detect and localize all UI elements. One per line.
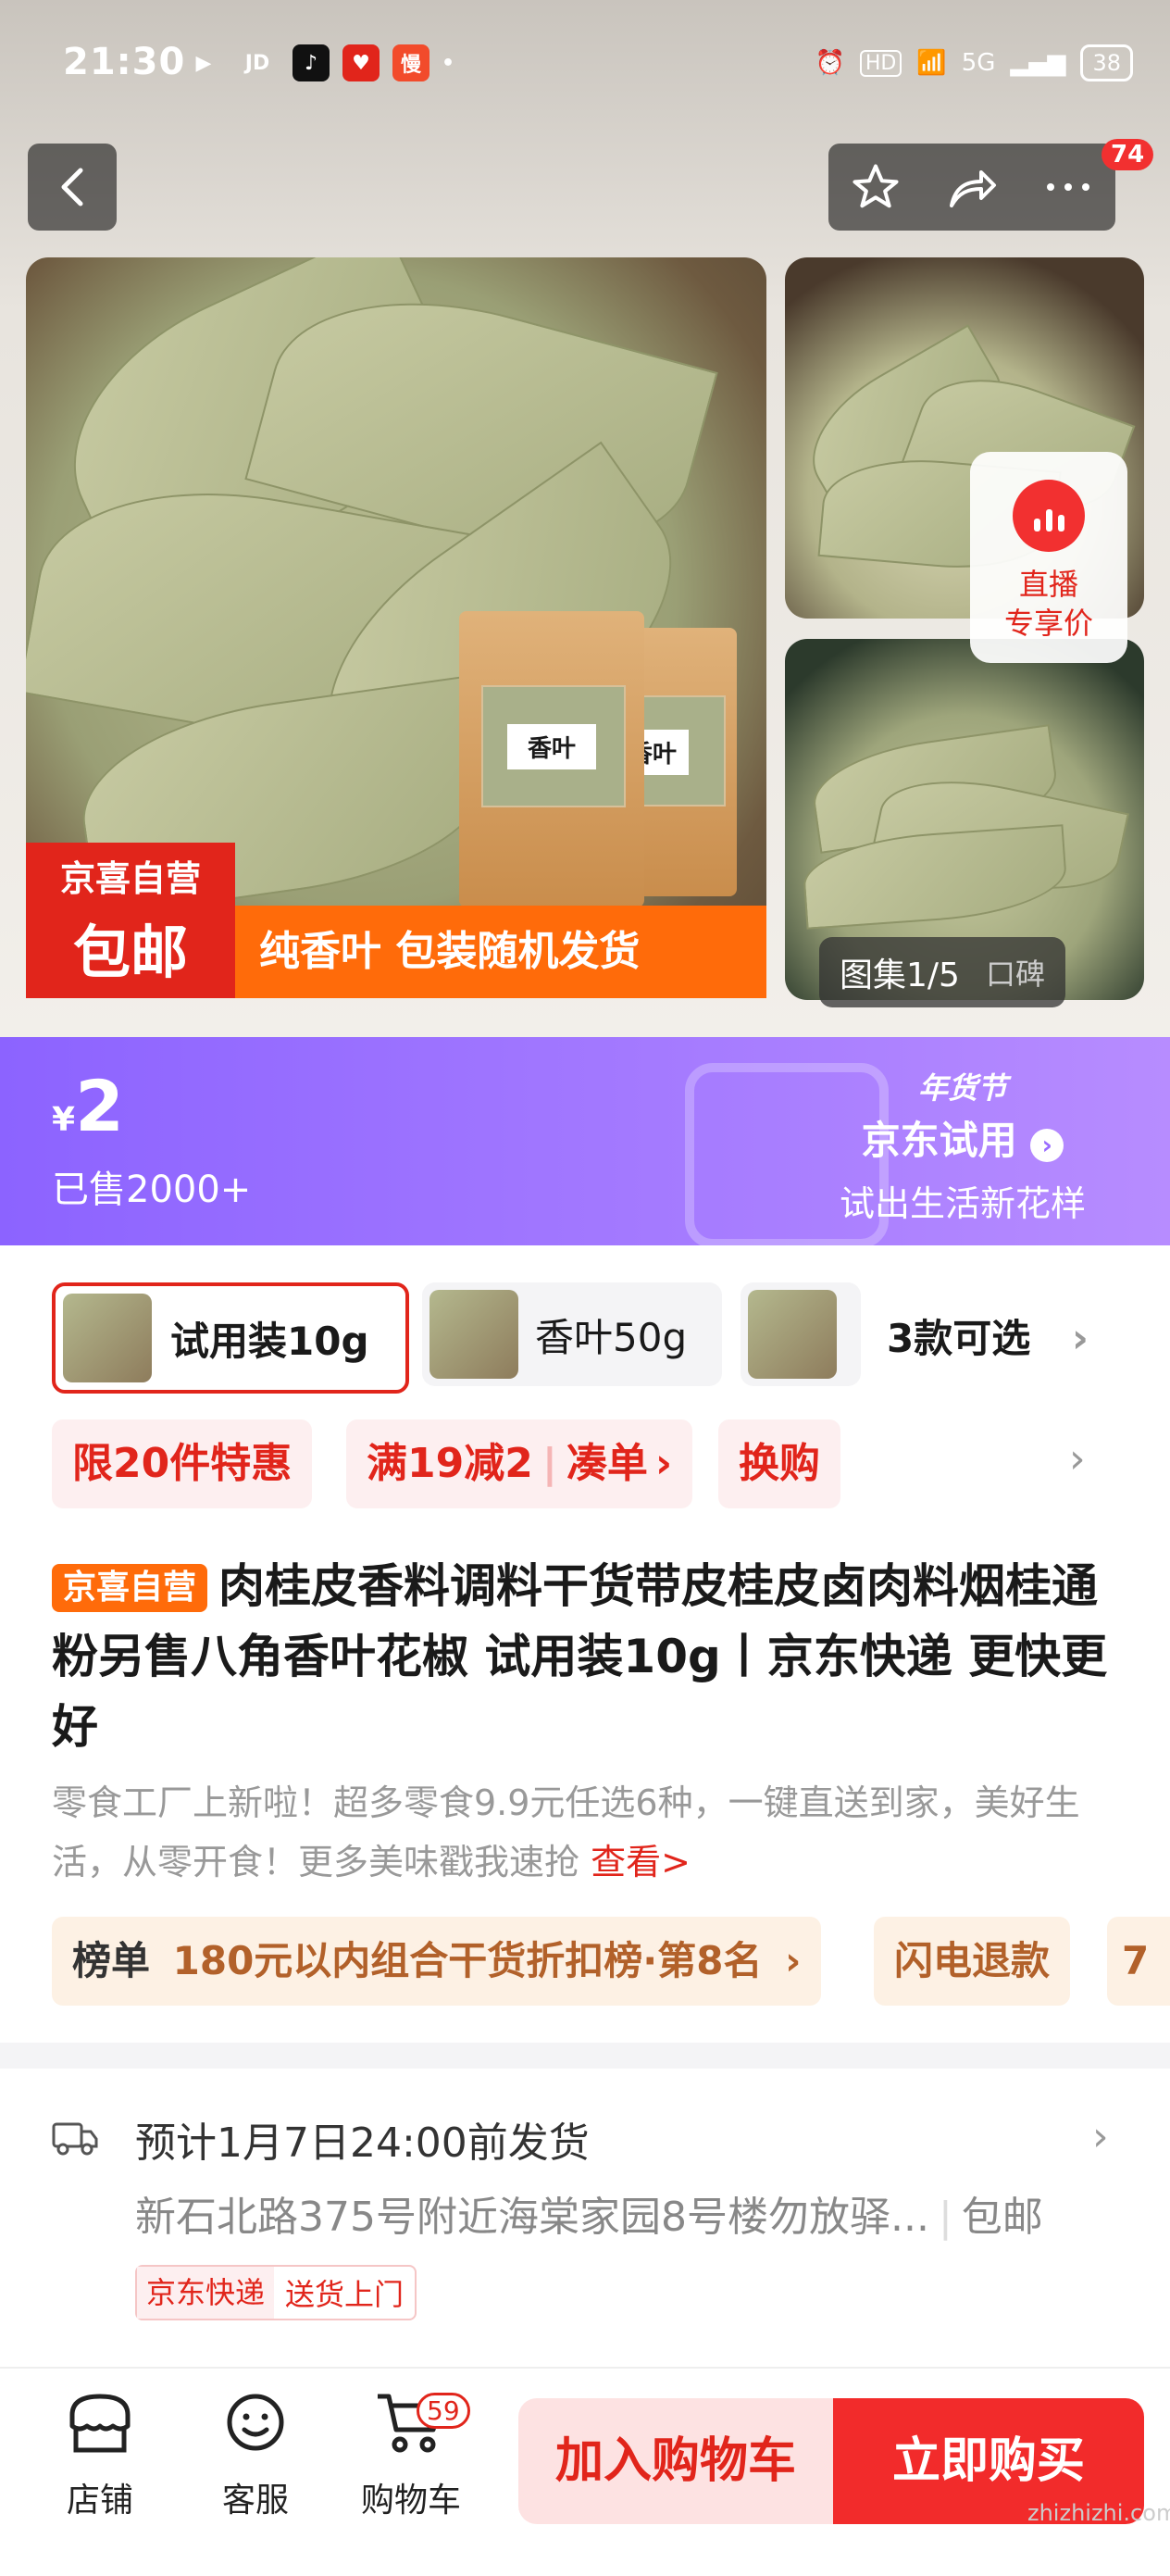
- ship-eta[interactable]: 预计1月7日24:00前发货: [135, 2109, 590, 2169]
- signal-icon: 5G: [961, 49, 996, 77]
- sold-count: 已售2000+: [52, 1169, 252, 1211]
- product-bag-front: 香叶: [459, 611, 644, 907]
- manman-icon: 慢: [392, 44, 429, 81]
- chevron-right-icon[interactable]: ›: [1092, 2113, 1109, 2160]
- status-right: ⏰ HD 📶 5G ▂▄▆ 38: [815, 44, 1133, 81]
- sku-thumbnail: [748, 1290, 837, 1379]
- cart-count-badge: 59: [417, 2393, 470, 2429]
- store-icon: [69, 2394, 131, 2453]
- status-bar: 21:30 ▶ JD ♪ ♥ 慢 • ⏰ HD 📶 5G ▂▄▆ 38: [0, 0, 1170, 130]
- ranking-chip[interactable]: 榜单 180元以内组合干货折扣榜·第8名 ›: [52, 1917, 822, 2006]
- festival-label: 年货节: [917, 1070, 1007, 1106]
- live-icon: [1013, 480, 1085, 552]
- price-value: 2: [75, 1065, 124, 1147]
- jd-icon: JD: [244, 51, 270, 75]
- product-description: 零食工厂上新啦！超多零食9.9元任选6种，一键直送到家，美好生活，从零开食！更多…: [52, 1782, 1080, 1882]
- sku-thumbnail: [63, 1294, 152, 1382]
- message-badge: 74: [1102, 139, 1154, 170]
- promo-discount[interactable]: 满19减2 | 凑单 ›: [346, 1419, 693, 1508]
- sku-option-1[interactable]: 试用装10g: [52, 1282, 409, 1394]
- sku-option-2[interactable]: 香叶50g: [422, 1282, 722, 1386]
- share-icon[interactable]: [946, 164, 998, 210]
- carrier-badge: 京东快递 送货上门: [135, 2265, 417, 2320]
- tiktok-icon: ♪: [292, 44, 330, 81]
- live-price-button[interactable]: 直播 专享价: [970, 452, 1127, 663]
- header-actions: [828, 144, 1115, 231]
- sku-more-button[interactable]: 3款可选 ›: [887, 1307, 1089, 1364]
- price: ¥2: [52, 1065, 124, 1147]
- trial-slogan: 试出生活新花样: [839, 1183, 1086, 1224]
- signal-icon-2: ▂▄▆: [1010, 49, 1066, 77]
- customer-service-button[interactable]: 客服: [200, 2389, 311, 2521]
- store-button[interactable]: 店铺: [44, 2389, 156, 2521]
- section-divider: [0, 2043, 1170, 2069]
- battery-indicator: 38: [1080, 44, 1133, 81]
- favorite-star-icon[interactable]: [851, 162, 901, 212]
- seven-day-chip[interactable]: 7天: [1107, 1917, 1170, 2006]
- back-button[interactable]: [28, 144, 117, 231]
- more-dot-icon: •: [441, 51, 455, 75]
- delivery-address[interactable]: 新石北路375号附近海棠家园8号楼勿放驿... | 包邮: [135, 2183, 1043, 2243]
- promo-exchange[interactable]: 换购: [718, 1419, 840, 1508]
- chevron-right-circle-icon: ›: [1030, 1129, 1064, 1162]
- reviews-tab[interactable]: 口碑: [986, 951, 1045, 994]
- see-more-link[interactable]: 查看>: [591, 1842, 691, 1882]
- status-time: 21:30: [63, 41, 186, 83]
- play-icon: ▶: [195, 51, 212, 75]
- jd-trial-link[interactable]: 年货节 京东试用 › 试出生活新花样: [805, 1065, 1120, 1226]
- chat-smile-icon: [227, 2394, 284, 2451]
- add-to-cart-button[interactable]: 加入购物车: [518, 2398, 833, 2524]
- image-banner: 纯香叶 包装随机发货: [235, 906, 766, 998]
- gallery-indicator[interactable]: 图集1/5 口碑: [819, 937, 1065, 1007]
- self-operated-badge: 京喜自营 包邮: [26, 843, 235, 998]
- chevron-right-icon: ›: [654, 1440, 673, 1487]
- sku-thumbnail: [429, 1290, 518, 1379]
- hd-icon: HD: [859, 49, 902, 77]
- promo-limited[interactable]: 限20件特惠: [52, 1419, 313, 1508]
- health-icon: ♥: [342, 44, 380, 81]
- trial-name: 京东试用: [861, 1118, 1017, 1163]
- chevron-left-icon: [61, 168, 83, 206]
- bag-label: 香叶: [507, 723, 596, 769]
- wifi-icon: 📶: [916, 49, 947, 77]
- truck-icon: [52, 2122, 98, 2156]
- self-operated-tag: 京喜自营: [52, 1564, 208, 1612]
- sku-option-3[interactable]: [741, 1282, 861, 1386]
- flash-refund-chip[interactable]: 闪电退款: [874, 1917, 1071, 2006]
- more-icon[interactable]: [1043, 181, 1093, 194]
- gallery-count: 图集1/5: [840, 957, 960, 994]
- chevron-right-icon: ›: [785, 1938, 802, 1983]
- alarm-icon: ⏰: [815, 49, 845, 77]
- product-title: 京喜自营 肉桂皮香料调料干货带皮桂皮卤肉料烟桂通粉另售八角香叶花椒 试用装10g丨…: [52, 1559, 1108, 1754]
- chevron-right-icon: ›: [1071, 1315, 1089, 1362]
- status-app-icons: ▶ JD ♪ ♥ 慢 •: [185, 44, 454, 81]
- chevron-right-icon[interactable]: ›: [1069, 1435, 1086, 1482]
- watermark: zhizhizhi.com: [1027, 2500, 1170, 2526]
